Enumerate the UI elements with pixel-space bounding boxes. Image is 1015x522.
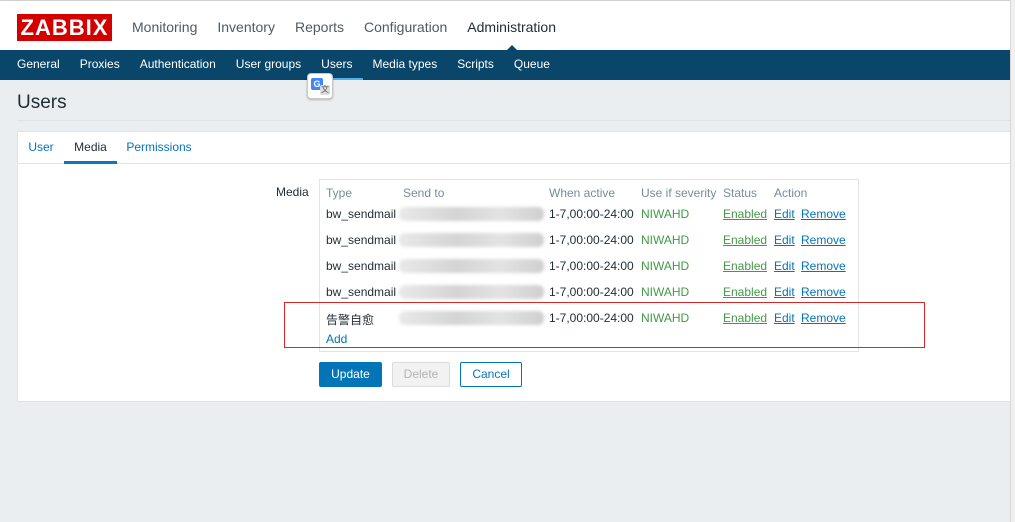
- highlight-annotation: [284, 302, 925, 348]
- edit-link[interactable]: Edit: [774, 259, 795, 273]
- col-type: Type: [326, 186, 353, 200]
- page-title: Users: [17, 92, 67, 113]
- status-toggle[interactable]: Enabled: [723, 259, 767, 273]
- media-type: bw_sendmail: [326, 207, 397, 221]
- remove-link[interactable]: Remove: [801, 259, 846, 273]
- google-translate-icon[interactable]: G 文: [307, 73, 333, 99]
- menu-administration-label: Administration: [467, 19, 556, 35]
- main-menu: Monitoring Inventory Reports Configurati…: [122, 1, 566, 51]
- top-header: ZABBIX Monitoring Inventory Reports Conf…: [0, 0, 1015, 51]
- status-toggle[interactable]: Enabled: [723, 285, 767, 299]
- col-action: Action: [774, 186, 808, 200]
- severity: NIWAHD: [641, 207, 690, 221]
- submenu-scripts[interactable]: Scripts: [447, 50, 504, 80]
- submenu-user-groups[interactable]: User groups: [226, 50, 311, 80]
- media-field-label: Media: [276, 185, 309, 199]
- tab-user[interactable]: User: [19, 132, 63, 164]
- menu-administration[interactable]: Administration: [457, 1, 566, 51]
- submenu-media-types[interactable]: Media types: [363, 50, 448, 80]
- menu-configuration[interactable]: Configuration: [354, 1, 457, 51]
- status-toggle[interactable]: Enabled: [723, 207, 767, 221]
- window-edge: [1010, 0, 1015, 522]
- media-type: bw_sendmail: [326, 259, 397, 273]
- when-active: 1-7,00:00-24:00: [549, 207, 634, 221]
- when-active: 1-7,00:00-24:00: [549, 285, 634, 299]
- severity: NIWAHD: [641, 259, 690, 273]
- media-type: bw_sendmail: [326, 285, 397, 299]
- when-active: 1-7,00:00-24:00: [549, 233, 634, 247]
- status-toggle[interactable]: Enabled: [723, 233, 767, 247]
- media-type: bw_sendmail: [326, 233, 397, 247]
- col-send-to: Send to: [403, 186, 445, 200]
- send-to-redacted: [399, 207, 544, 221]
- edit-link[interactable]: Edit: [774, 233, 795, 247]
- delete-button[interactable]: Delete: [392, 362, 450, 387]
- zabbix-logo[interactable]: ZABBIX: [17, 14, 112, 41]
- menu-monitoring[interactable]: Monitoring: [122, 1, 207, 51]
- title-divider: [17, 120, 1015, 121]
- update-button[interactable]: Update: [319, 362, 382, 387]
- col-severity: Use if severity: [641, 186, 717, 200]
- submenu-proxies[interactable]: Proxies: [70, 50, 130, 80]
- menu-inventory[interactable]: Inventory: [207, 1, 285, 51]
- col-status: Status: [723, 186, 758, 200]
- submenu-queue[interactable]: Queue: [504, 50, 560, 80]
- when-active: 1-7,00:00-24:00: [549, 259, 634, 273]
- menu-reports[interactable]: Reports: [285, 1, 354, 51]
- remove-link[interactable]: Remove: [801, 233, 846, 247]
- tab-permissions[interactable]: Permissions: [119, 132, 199, 164]
- cancel-button[interactable]: Cancel: [460, 362, 522, 387]
- severity: NIWAHD: [641, 285, 690, 299]
- severity: NIWAHD: [641, 233, 690, 247]
- submenu-authentication[interactable]: Authentication: [130, 50, 226, 80]
- tab-bar: User Media Permissions: [18, 132, 1014, 164]
- send-to-redacted: [399, 285, 544, 299]
- remove-link[interactable]: Remove: [801, 285, 846, 299]
- send-to-redacted: [399, 233, 544, 247]
- col-when-active: When active: [549, 186, 616, 200]
- tab-media[interactable]: Media: [64, 132, 117, 164]
- submenu-general[interactable]: General: [7, 50, 70, 80]
- remove-link[interactable]: Remove: [801, 207, 846, 221]
- edit-link[interactable]: Edit: [774, 285, 795, 299]
- sub-menu: General Proxies Authentication User grou…: [0, 50, 1015, 80]
- edit-link[interactable]: Edit: [774, 207, 795, 221]
- send-to-redacted: [399, 259, 544, 273]
